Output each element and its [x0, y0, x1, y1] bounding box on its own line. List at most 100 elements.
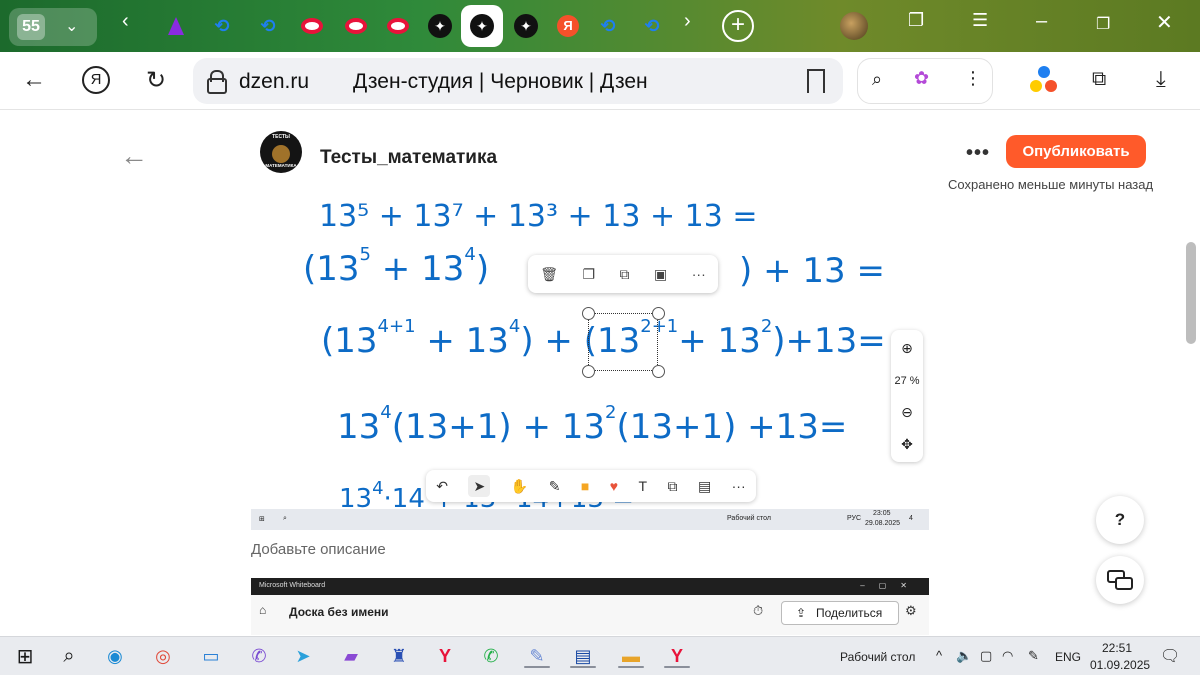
tab-favicon-sync-3[interactable]: ⟲: [594, 12, 622, 40]
zoom-in-icon[interactable]: ⊕: [891, 340, 923, 357]
paint-icon[interactable]: ✎: [524, 643, 550, 669]
fit-view-icon[interactable]: ✥: [891, 436, 923, 453]
resize-handle[interactable]: [582, 307, 595, 320]
more-options-button[interactable]: •••: [966, 142, 990, 165]
close-window-icon[interactable]: ✕: [1156, 10, 1173, 35]
services-icon[interactable]: [1030, 66, 1058, 94]
reload-icon[interactable]: ↻: [146, 66, 166, 95]
scrollbar-track[interactable]: [1184, 110, 1200, 636]
telegram-icon[interactable]: ➤: [290, 643, 316, 669]
wifi-icon[interactable]: ◠: [1002, 648, 1013, 664]
chrome-icon[interactable]: ◎: [150, 643, 176, 669]
undo-icon[interactable]: ↶: [436, 478, 448, 495]
volume-icon[interactable]: 🔈: [956, 648, 972, 664]
tabs-scroll-left-icon[interactable]: ‹: [122, 10, 129, 33]
collections-icon[interactable]: ❐: [908, 10, 924, 31]
notifications-icon[interactable]: 🗨: [1160, 646, 1180, 666]
article-image-whiteboard[interactable]: 13⁵ + 13⁷ + 13³ + 13 + 13 = (135 + 134) …: [251, 200, 929, 530]
duplicate-icon[interactable]: ⧉: [620, 266, 630, 283]
publish-button[interactable]: Опубликовать: [1006, 135, 1146, 168]
saved-status: Сохранено меньше минуты назад: [948, 177, 1154, 192]
sync-icon: ⟲: [260, 15, 276, 36]
resize-handle[interactable]: [652, 365, 665, 378]
back-arrow-icon[interactable]: ←: [22, 66, 46, 94]
zoom-out-icon[interactable]: ⊖: [891, 404, 923, 421]
inner-notification-badge: 4: [909, 515, 913, 522]
editor-back-arrow-icon[interactable]: ←: [120, 140, 148, 172]
tab-favicon-yandex[interactable]: Я: [554, 12, 582, 40]
owl-icon: [272, 145, 290, 163]
chat-button[interactable]: [1096, 556, 1144, 604]
pen-tool-icon[interactable]: ✎: [549, 478, 561, 495]
bookmark-icon[interactable]: [807, 69, 825, 93]
help-button[interactable]: ?: [1096, 496, 1144, 544]
templates-icon[interactable]: ▤: [698, 478, 711, 495]
alice-chat-icon[interactable]: ✿: [914, 68, 929, 89]
whiteboard-header: ⌂ Доска без имени ⏱ ⇪ Поделиться ⚙: [251, 595, 929, 635]
network-icon[interactable]: ▢: [980, 648, 992, 664]
remote-desktop-icon[interactable]: ▭: [198, 643, 224, 669]
article-image-whiteboard-2[interactable]: Microsoft Whiteboard –▢✕ ⌂ Доска без име…: [251, 578, 929, 635]
address-bar[interactable]: dzen.ru Дзен-студия | Черновик | Дзен: [193, 58, 843, 104]
search-icon[interactable]: ⌕: [56, 643, 82, 669]
selection-box[interactable]: [588, 313, 658, 371]
user-avatar[interactable]: [840, 12, 868, 40]
channel-avatar[interactable]: ТЕСТЫ МАТЕМАТИКА: [260, 131, 302, 173]
shapes-icon[interactable]: ⧉: [668, 478, 678, 495]
downloads-icon[interactable]: ⤓: [1156, 66, 1166, 92]
network-app-icon[interactable]: ♜: [386, 643, 412, 669]
lock-icon[interactable]: [207, 70, 227, 94]
extensions-icon[interactable]: ⧉: [1092, 68, 1106, 91]
more-vertical-icon[interactable]: ⋮: [964, 68, 982, 89]
yandex-home-icon[interactable]: Я: [82, 66, 110, 94]
more-horizontal-icon[interactable]: ···: [732, 478, 746, 494]
file-explorer-icon[interactable]: ▬: [618, 643, 644, 669]
sticky-note-icon[interactable]: ■: [581, 478, 589, 494]
description-input[interactable]: Добавьте описание: [251, 541, 386, 558]
tab-active-dzen[interactable]: ✦: [461, 5, 503, 47]
language-indicator[interactable]: ENG: [1055, 650, 1081, 664]
reaction-heart-icon[interactable]: ♥: [610, 478, 618, 494]
select-tool-icon[interactable]: ➤: [468, 475, 491, 497]
tab-favicon-ring-1[interactable]: [298, 12, 326, 40]
tab-favicon-dzen-2[interactable]: ✦: [512, 12, 540, 40]
yandex-browser-icon[interactable]: Y: [432, 643, 458, 669]
text-tool-icon[interactable]: T: [639, 478, 648, 494]
more-horizontal-icon[interactable]: ···: [692, 266, 706, 282]
tab-favicon-ring-2[interactable]: [342, 12, 370, 40]
yandex-browser-icon-active[interactable]: Y: [664, 643, 690, 669]
whiteboard-icon[interactable]: ▤: [570, 643, 596, 669]
scrollbar-thumb[interactable]: [1186, 242, 1196, 344]
clock-time[interactable]: 22:51: [1102, 641, 1132, 655]
whatsapp-icon[interactable]: ✆: [478, 643, 504, 669]
resize-handle[interactable]: [652, 307, 665, 320]
tab-counter-button[interactable]: 55 ⌄: [9, 8, 97, 46]
viber-icon[interactable]: ✆: [246, 643, 272, 669]
desktop-label[interactable]: Рабочий стол: [840, 650, 915, 664]
windows-start-icon[interactable]: ⊞: [12, 643, 38, 669]
copy-icon[interactable]: ❐: [583, 266, 596, 283]
tab-favicon-sync-2[interactable]: ⟲: [254, 12, 282, 40]
equation-line-2-end: ) + 13 =: [739, 251, 885, 291]
hand-tool-icon[interactable]: ✋: [511, 478, 528, 495]
resize-handle[interactable]: [582, 365, 595, 378]
menu-icon[interactable]: ☰: [972, 10, 988, 31]
edge-icon[interactable]: ◉: [102, 643, 128, 669]
clock-date[interactable]: 01.09.2025: [1090, 658, 1150, 672]
minimize-icon[interactable]: –: [1036, 10, 1047, 33]
delete-icon[interactable]: 🗑: [540, 266, 558, 283]
new-tab-button[interactable]: +: [722, 10, 754, 42]
tab-favicon-sync-1[interactable]: ⟲: [208, 12, 236, 40]
tickets-app-icon[interactable]: ▰: [338, 643, 364, 669]
tab-favicon-purple[interactable]: [162, 12, 190, 40]
tray-expand-icon[interactable]: ^: [936, 648, 942, 663]
restore-icon[interactable]: ❐: [1096, 14, 1110, 34]
tab-favicon-dzen-1[interactable]: ✦: [426, 12, 454, 40]
image-icon[interactable]: ▣: [654, 266, 667, 283]
channel-name[interactable]: Тесты_математика: [320, 147, 497, 169]
search-page-icon[interactable]: ⌕: [872, 69, 882, 90]
tab-favicon-ring-3[interactable]: [384, 12, 412, 40]
tab-favicon-sync-4[interactable]: ⟲: [638, 12, 666, 40]
tabs-scroll-right-icon[interactable]: ›: [684, 10, 691, 33]
pen-tray-icon[interactable]: ✎: [1028, 648, 1039, 664]
